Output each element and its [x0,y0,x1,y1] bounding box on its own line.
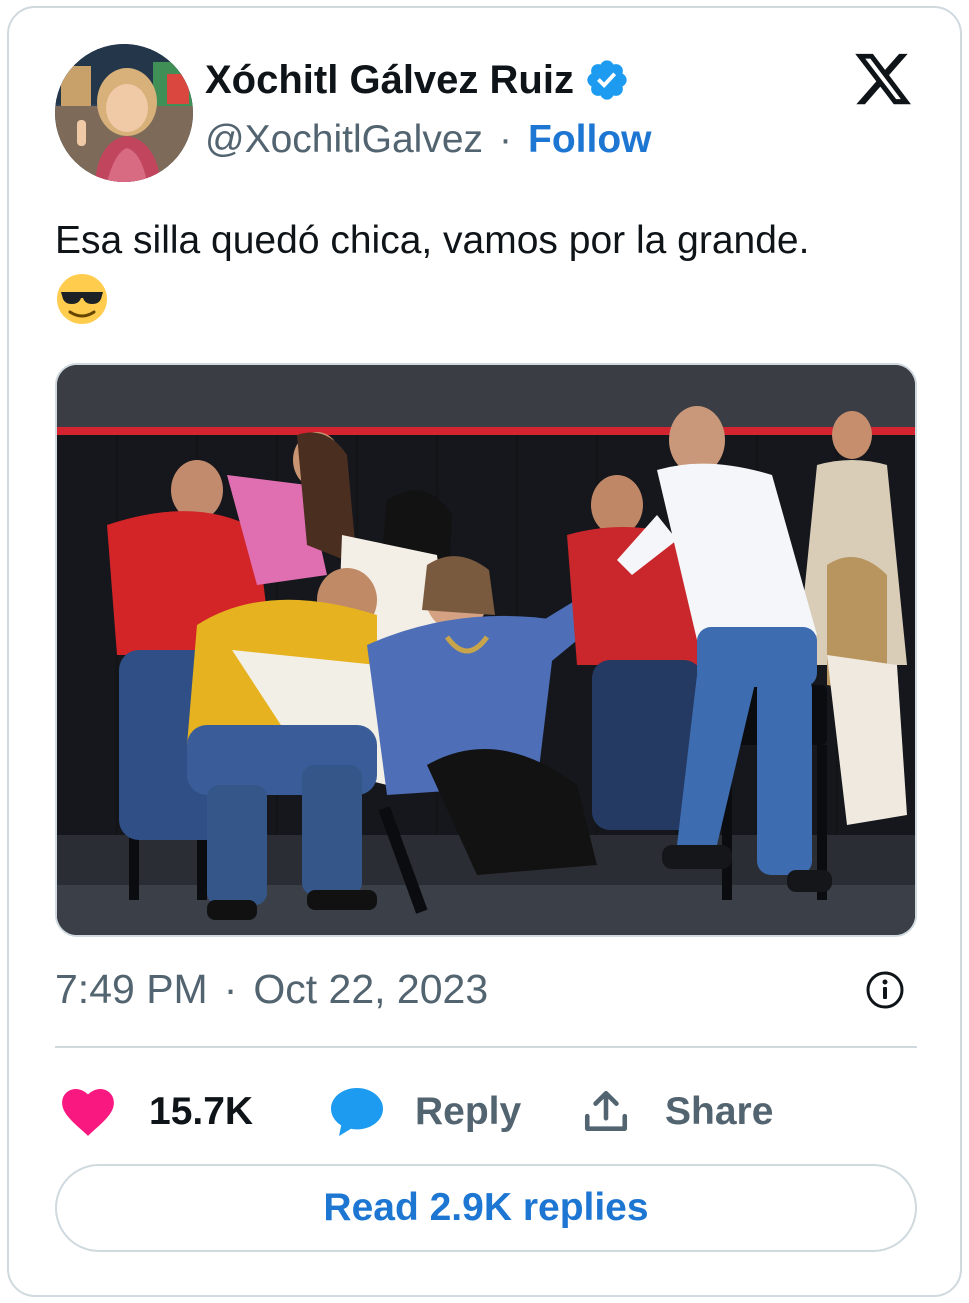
read-replies-button[interactable]: Read 2.9K replies [55,1164,917,1252]
tweet-actions: 15.7K Reply Share [55,1076,917,1148]
reply-button[interactable]: Reply [329,1076,521,1148]
share-upload-icon [584,1090,628,1131]
handle-separator: · [499,118,513,161]
x-logo-icon[interactable] [851,48,915,110]
author-avatar[interactable] [55,44,193,182]
tweet-time[interactable]: 7:49 PM [55,964,208,1014]
tweet-card: Xóchitl Gálvez Ruiz @XochitlGalvez · Fol… [7,6,962,1297]
heart-icon [62,1089,114,1136]
share-label: Share [665,1090,774,1133]
like-button[interactable]: 15.7K [61,1076,253,1148]
author-display-name[interactable]: Xóchitl Gálvez Ruiz [205,56,574,104]
tweet-photo[interactable] [55,363,917,937]
divider [55,1046,917,1048]
author-handle[interactable]: @XochitlGalvez [205,116,483,164]
verified-badge-icon [587,60,627,100]
speech-bubble-icon [331,1088,383,1136]
likes-count: 15.7K [149,1090,254,1133]
reply-label: Reply [415,1090,522,1133]
read-replies-label: Read 2.9K replies [323,1186,649,1229]
follow-button[interactable]: Follow [528,116,651,164]
timestamp-separator: · [223,966,238,1012]
tweet-date[interactable]: Oct 22, 2023 [253,964,488,1014]
share-button[interactable]: Share [581,1076,773,1148]
info-icon[interactable] [865,970,905,1010]
smiling-face-with-sunglasses-icon [57,274,107,324]
tweet-text: Esa silla quedó chica, vamos por la gran… [55,219,810,262]
